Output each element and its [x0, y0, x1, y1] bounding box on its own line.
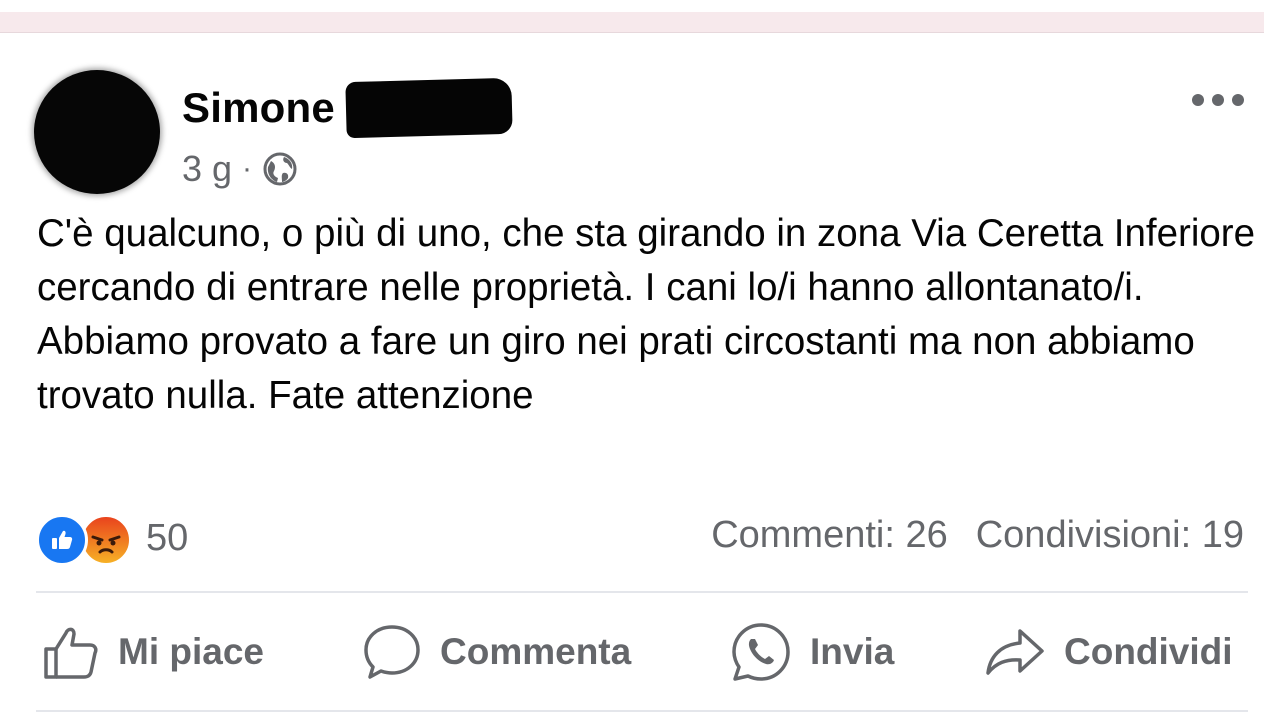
like-label: Mi piace [118, 631, 264, 672]
previous-post-edge [0, 12, 1264, 33]
comment-bubble-icon [364, 625, 420, 679]
more-dot [1192, 94, 1204, 106]
comment-button[interactable]: Commenta [362, 620, 631, 684]
meta-separator: · [242, 152, 253, 185]
share-label: Condividi [1064, 631, 1233, 672]
avatar[interactable] [34, 70, 160, 194]
name-redaction [345, 77, 513, 139]
more-dot [1212, 94, 1224, 106]
engagement-stats: Commenti: 26 Condivisioni: 19 [711, 514, 1244, 557]
reaction-count: 50 [146, 516, 189, 559]
author-name[interactable]: Simone [182, 84, 335, 132]
post-timestamp[interactable]: 3 g [182, 148, 232, 190]
top-band [0, 0, 1264, 12]
share-arrow-icon [986, 629, 1044, 675]
send-button[interactable]: Invia [730, 620, 894, 684]
more-options-icon[interactable] [1192, 84, 1244, 116]
like-reaction-icon [36, 514, 88, 566]
reactions-summary[interactable]: 50 [36, 514, 189, 566]
thumbs-up-outline-icon [44, 627, 98, 679]
share-button[interactable]: Condividi [984, 620, 1233, 684]
post-meta: 3 g · [182, 148, 298, 190]
thumbs-up-icon [52, 530, 73, 549]
like-button[interactable]: Mi piace [42, 620, 264, 684]
angry-face-icon [91, 535, 121, 554]
shares-count[interactable]: Condivisioni: 19 [976, 514, 1244, 557]
post-text: C'è qualcuno, o più di uno, che sta gira… [37, 212, 1256, 417]
whatsapp-icon [732, 623, 790, 681]
more-dot [1232, 94, 1244, 106]
divider-top [36, 591, 1248, 593]
globe-icon [263, 152, 297, 186]
comment-label: Commenta [440, 631, 632, 672]
send-label: Invia [810, 631, 895, 672]
divider-bottom [36, 710, 1248, 712]
reaction-icons [36, 514, 136, 566]
comments-count[interactable]: Commenti: 26 [711, 514, 948, 557]
